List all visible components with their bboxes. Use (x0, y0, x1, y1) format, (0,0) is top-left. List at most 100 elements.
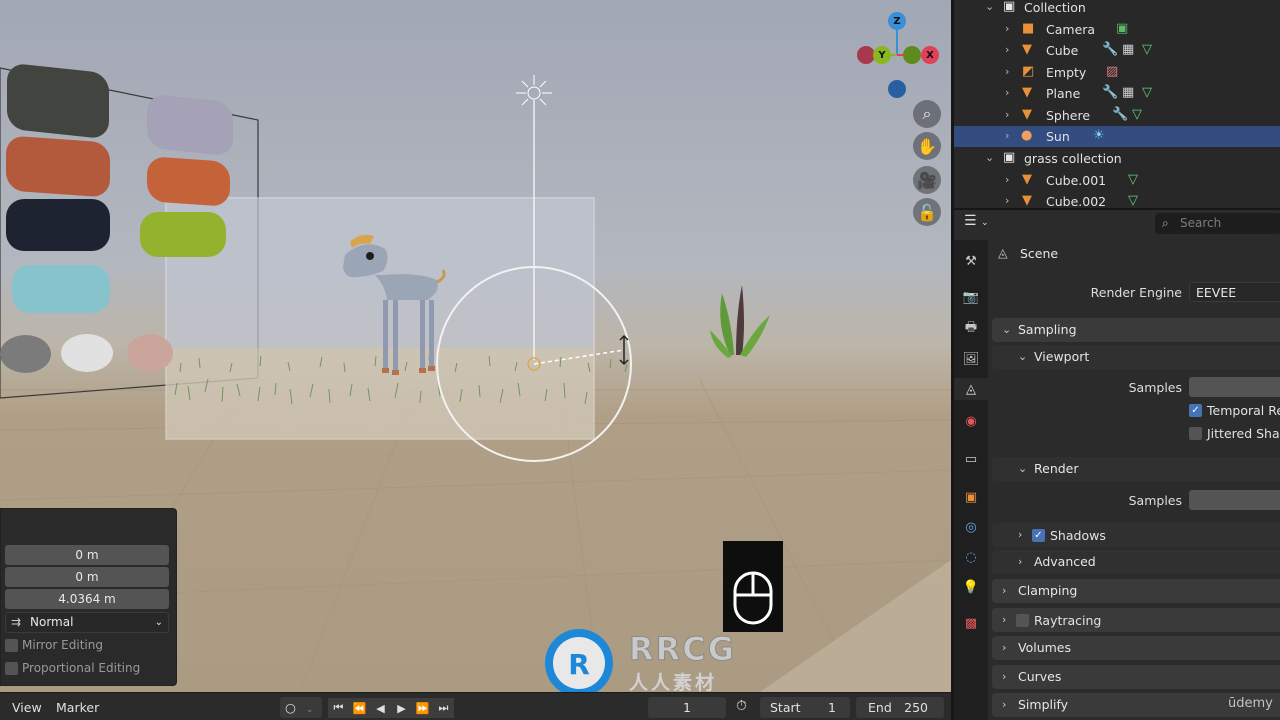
gizmo-z-axis[interactable]: Z (888, 12, 906, 30)
mesh-object-icon: ▼ (1022, 193, 1032, 208)
clamping-panel-header[interactable]: › Clamping (992, 579, 1280, 603)
watermark: R RRCG 人人素材 (541, 626, 741, 692)
mesh-data-icon[interactable]: ▽ (1128, 193, 1138, 208)
volumes-panel-header[interactable]: › Volumes (992, 636, 1280, 660)
expand-arrow-icon[interactable]: ⌄ (985, 0, 994, 13)
play-icon[interactable]: ▶ (391, 698, 412, 718)
output-tab-icon[interactable]: 🖶 (960, 318, 982, 340)
navigation-gizmo[interactable]: Z Y X (855, 10, 945, 100)
modifier-tab-icon[interactable]: ◎ (960, 516, 982, 538)
expand-arrow-icon[interactable]: › (1005, 173, 1009, 186)
outliner-row-cube[interactable]: › ▼ Cube 🔧 ▦ ▽ (954, 40, 1280, 61)
material-icon[interactable]: ▦ (1122, 42, 1134, 58)
mirror-editing-checkbox[interactable]: Mirror Editing (5, 638, 103, 652)
current-frame-field[interactable]: 1 (648, 697, 726, 718)
sampling-panel-header[interactable]: ⌄ Sampling (992, 318, 1280, 342)
jump-to-end-icon[interactable]: ⏭ (433, 698, 454, 718)
raytracing-panel-header[interactable]: › Raytracing (992, 608, 1280, 632)
x-value-field[interactable]: 0 m (5, 545, 169, 565)
mesh-data-icon[interactable]: ▽ (1132, 107, 1142, 123)
curves-panel-header[interactable]: › Curves (992, 665, 1280, 689)
jump-to-keyframe-back-icon[interactable]: ⏪ (349, 698, 370, 718)
view-menu[interactable]: View (12, 700, 42, 715)
outliner-row-empty[interactable]: › ◩ Empty ▨ (954, 62, 1280, 83)
viewport-samples-field[interactable] (1189, 377, 1280, 397)
render-subpanel-header[interactable]: ⌄ Render (992, 457, 1280, 481)
proportional-editing-checkbox[interactable]: Proportional Editing (5, 661, 140, 675)
gizmo-neg-y-axis[interactable] (903, 46, 921, 64)
jittered-shadows-checkbox[interactable]: Jittered Shac (1189, 426, 1280, 441)
shadows-subpanel-header[interactable]: › ✓ Shadows (992, 523, 1280, 547)
jump-to-keyframe-forward-icon[interactable]: ⏩ (412, 698, 433, 718)
expand-arrow-icon[interactable]: › (1005, 43, 1009, 56)
y-value-field[interactable]: 0 m (5, 567, 169, 587)
marker-menu[interactable]: Marker (56, 700, 99, 715)
expand-arrow-icon[interactable]: › (1005, 108, 1009, 121)
camera-view-icon[interactable]: 🎥 (913, 166, 941, 194)
start-frame-field[interactable]: Start 1 (760, 697, 850, 718)
curves-label: Curves (1018, 669, 1062, 684)
render-engine-dropdown[interactable]: EEVEE (1189, 282, 1280, 302)
expand-arrow-icon[interactable]: › (1005, 22, 1009, 35)
expand-arrow-icon[interactable]: › (1005, 194, 1009, 207)
gizmo-neg-z-axis[interactable] (888, 80, 906, 98)
view-layer-tab-icon[interactable]: 🖼 (960, 348, 982, 370)
raytracing-checkbox[interactable]: Raytracing (1016, 613, 1101, 628)
image-data-icon[interactable]: ▨ (1106, 64, 1118, 80)
material-icon[interactable]: ▦ (1122, 85, 1134, 101)
gizmo-x-axis[interactable]: X (921, 46, 939, 64)
texture-tab-icon[interactable]: ▩ (960, 612, 982, 634)
chevron-right-icon: › (1002, 698, 1007, 711)
expand-arrow-icon[interactable]: › (1005, 129, 1009, 142)
mirror-editing-box (5, 638, 18, 652)
3d-viewport[interactable]: Z Y X ⌕ ✋ 🎥 🔓 0 m 0 m 4.0364 m ⇉ Normal … (0, 0, 951, 692)
camera-data-icon[interactable]: ▣ (1116, 21, 1128, 37)
object-tab-icon[interactable]: ▣ (960, 486, 982, 508)
shadows-checkbox[interactable]: ✓ Shadows (1032, 528, 1106, 543)
tool-tab-icon[interactable]: ⚒ (960, 250, 982, 272)
render-tab-icon[interactable]: 📷 (960, 286, 982, 308)
hand-pan-icon[interactable]: ✋ (913, 132, 941, 160)
outliner-row-camera[interactable]: › ■ Camera ▣ (954, 19, 1280, 40)
mesh-data-icon[interactable]: ▽ (1142, 85, 1152, 101)
outliner-row-plane[interactable]: › ▼ Plane 🔧 ▦ ▽ (954, 83, 1280, 104)
sun-data-icon[interactable]: ☀ (1093, 128, 1105, 144)
outliner-row-grass-collection[interactable]: ⌄ ▣ grass collection (954, 148, 1280, 169)
orientation-dropdown[interactable]: ⇉ Normal ⌄ (5, 612, 169, 633)
outliner-row-sun[interactable]: › ● Sun ☀ (954, 126, 1280, 147)
keying-dropdown[interactable]: ○ ⌄ (280, 697, 322, 718)
gizmo-y-axis[interactable]: Y (873, 46, 891, 64)
empty-object-icon: ◩ (1022, 64, 1035, 79)
expand-arrow-icon[interactable]: › (1005, 86, 1009, 99)
outliner-row-cube-002[interactable]: › ▼ Cube.002 ▽ (954, 191, 1280, 208)
world-tab-icon[interactable]: ◉ (960, 410, 982, 432)
mesh-data-icon[interactable]: ▽ (1128, 172, 1138, 188)
temporal-reprojection-checkbox[interactable]: ✓ Temporal Re (1189, 403, 1280, 418)
outliner-row-collection[interactable]: ⌄ ▣ Collection (954, 0, 1280, 18)
jump-to-start-icon[interactable]: ⏮ (328, 698, 349, 718)
z-value-field[interactable]: 4.0364 m (5, 589, 169, 609)
zoom-icon[interactable]: ⌕ (913, 100, 941, 128)
lock-icon[interactable]: 🔓 (913, 198, 941, 226)
expand-arrow-icon[interactable]: › (1005, 65, 1009, 78)
editor-type-dropdown[interactable]: ☰ ⌄ (964, 213, 998, 234)
modifier-wrench-icon[interactable]: 🔧 (1102, 42, 1118, 58)
chevron-down-icon: ⌄ (1018, 462, 1028, 475)
modifier-wrench-icon[interactable]: 🔧 (1112, 107, 1128, 123)
advanced-subpanel-header[interactable]: › Advanced (992, 550, 1280, 574)
mesh-data-icon[interactable]: ▽ (1142, 42, 1152, 58)
end-frame-field[interactable]: End 250 (856, 697, 944, 718)
viewport-subpanel-header[interactable]: ⌄ Viewport (992, 345, 1280, 369)
render-samples-field[interactable] (1189, 490, 1280, 510)
physics-tab-icon[interactable]: ◌ (960, 546, 982, 568)
outliner-row-sphere[interactable]: › ▼ Sphere 🔧 ▽ (954, 105, 1280, 126)
stopwatch-icon[interactable]: ⏱ (736, 698, 747, 714)
outliner-row-cube-001[interactable]: › ▼ Cube.001 ▽ (954, 170, 1280, 191)
modifier-wrench-icon[interactable]: 🔧 (1102, 85, 1118, 101)
expand-arrow-icon[interactable]: ⌄ (985, 151, 994, 164)
object-data-tab-icon[interactable]: 💡 (960, 576, 982, 598)
scene-tab-icon[interactable]: ◬ (954, 378, 988, 400)
collection-tab-icon[interactable]: ▭ (960, 448, 982, 470)
play-reverse-icon[interactable]: ◀ (370, 698, 391, 718)
properties-search-input[interactable]: ⌕ Search (1155, 213, 1280, 234)
